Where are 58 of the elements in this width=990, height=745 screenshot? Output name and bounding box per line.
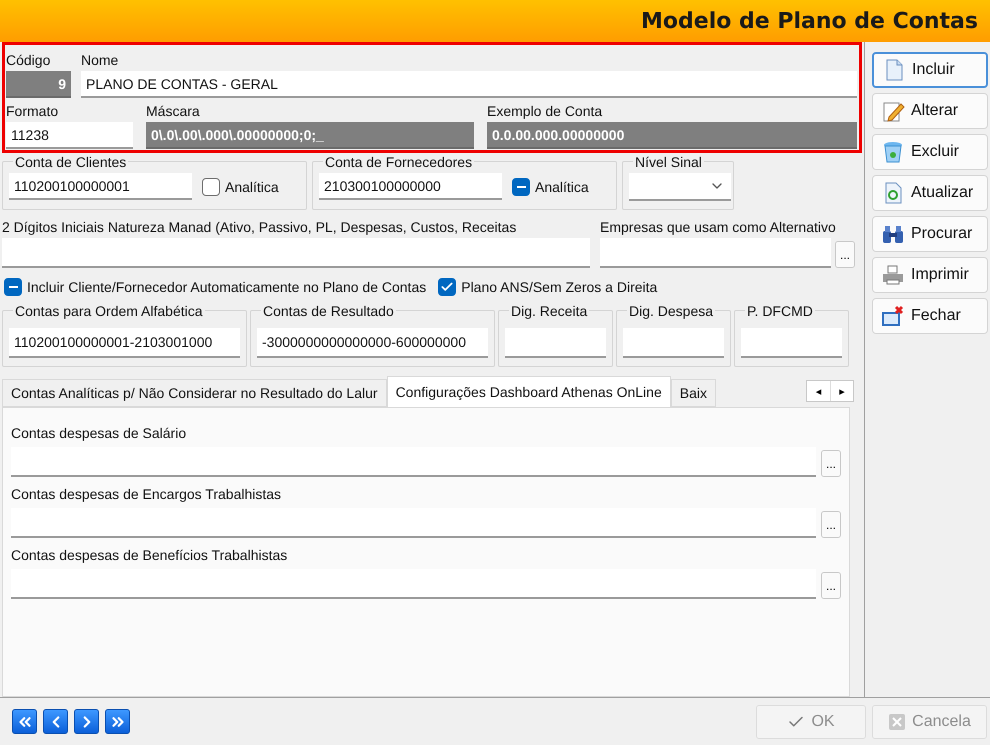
browse-button[interactable]: ... — [821, 450, 841, 477]
name-field[interactable]: PLANO DE CONTAS - GERAL — [81, 71, 857, 98]
browse-button[interactable]: ... — [821, 572, 841, 599]
format-field[interactable]: 11238 — [6, 122, 133, 149]
checkbox[interactable]: Incluir Cliente/Fornecedor Automaticamente no Plano de Contas — [4, 278, 426, 296]
text-field[interactable] — [11, 569, 816, 599]
exit-icon — [881, 304, 905, 328]
tab[interactable]: Baix — [670, 379, 716, 407]
recycle-bin-icon — [881, 140, 905, 164]
field-label: Contas despesas de Benefícios Trabalhistas — [11, 546, 288, 564]
nav-button[interactable] — [43, 709, 68, 734]
field-label: Formato — [6, 102, 60, 120]
field-label: Contas despesas de Encargos Trabalhistas — [11, 485, 282, 503]
field-label: Exemplo de Conta — [487, 102, 604, 120]
text-field[interactable]: -3000000000000000-600000000 — [257, 328, 488, 358]
action-button[interactable]: Incluir — [872, 52, 988, 88]
browse-button[interactable]: ... — [821, 511, 841, 538]
action-button[interactable]: Alterar — [872, 93, 988, 129]
action-button[interactable]: Procurar — [872, 216, 988, 252]
nav-button[interactable] — [74, 709, 99, 734]
mask-field[interactable]: 0\.0\.00\.000\.00000000;0;_ — [146, 122, 474, 149]
text-field[interactable]: 110200100000001-2103001000 — [9, 328, 240, 358]
code-field[interactable]: 9 — [6, 71, 71, 98]
nature-field[interactable] — [2, 238, 590, 268]
account-field[interactable]: 210300100000000 — [319, 173, 502, 200]
tab[interactable]: Configurações Dashboard Athenas OnLine — [386, 376, 671, 407]
text-field[interactable] — [11, 508, 816, 538]
field-label: 2 Dígitos Iniciais Natureza Manad (Ativo, Passivo, PL, Despesas, Custos, Receitas — [2, 218, 518, 236]
dash-icon — [516, 186, 526, 188]
example-field[interactable]: 0.0.00.000.00000000 — [487, 122, 857, 149]
action-button[interactable]: Fechar — [872, 298, 988, 334]
text-field[interactable] — [623, 328, 724, 358]
field-label: Nome — [81, 51, 120, 69]
window-title: Modelo de Plano de Contas — [641, 8, 978, 34]
field-label: Máscara — [146, 102, 201, 120]
checkbox[interactable]: Analítica — [512, 178, 589, 196]
nav-button[interactable] — [105, 709, 130, 734]
action-button[interactable]: Excluir — [872, 134, 988, 170]
action-button[interactable]: Imprimir — [872, 257, 988, 293]
check-icon — [440, 280, 454, 294]
companies-field[interactable] — [600, 238, 831, 268]
browse-button[interactable]: ... — [835, 241, 855, 268]
field-label: Empresas que usam como Alternativo — [600, 218, 837, 236]
text-field[interactable] — [505, 328, 606, 358]
dropdown[interactable] — [629, 173, 731, 201]
text-field[interactable] — [741, 328, 842, 358]
checkbox[interactable]: Plano ANS/Sem Zeros a Direita — [438, 278, 658, 296]
tab[interactable]: Contas Analíticas p/ Não Considerar no Resultado do Lalur — [2, 379, 387, 407]
close-icon — [888, 712, 906, 730]
dash-icon — [8, 286, 18, 288]
field-label: Contas despesas de Salário — [11, 424, 188, 442]
action-button[interactable]: Atualizar — [872, 175, 988, 211]
field-label: Código — [6, 51, 52, 69]
account-field[interactable]: 110200100000001 — [9, 173, 192, 200]
checkbox[interactable]: Analítica — [202, 178, 279, 196]
nav-button[interactable] — [12, 709, 37, 734]
printer-icon — [881, 263, 905, 287]
text-field[interactable] — [11, 447, 816, 477]
